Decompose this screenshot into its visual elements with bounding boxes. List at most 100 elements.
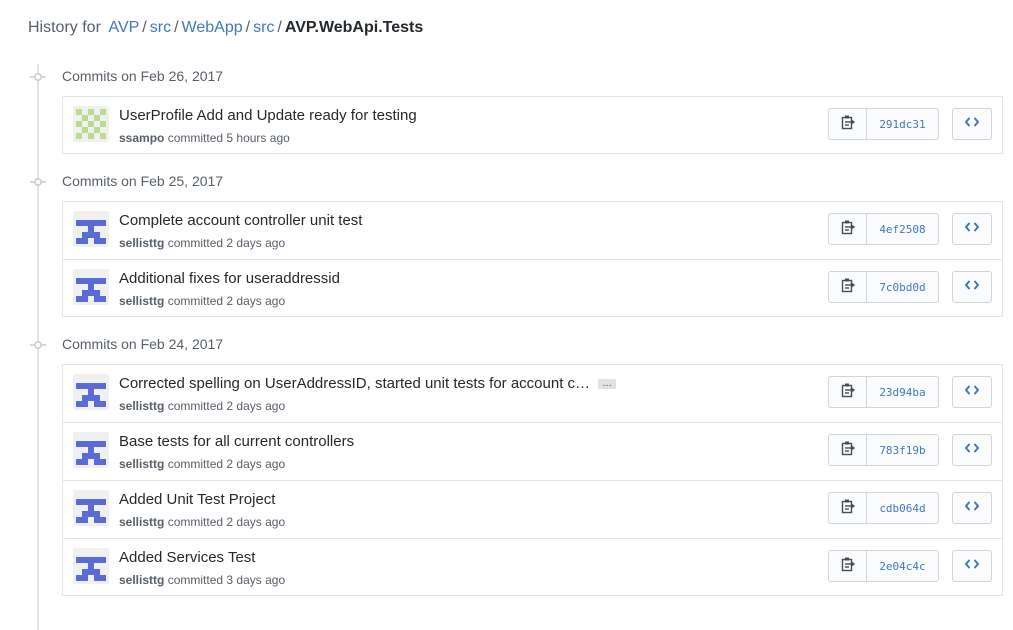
commit-message-link[interactable]: Added Services Test (119, 549, 255, 566)
commit-row: Added Services Test sellisttg committed 3… (63, 538, 1002, 596)
commit-sha-button[interactable]: 291dc31 (867, 109, 938, 139)
commit-meta: sellisttg committed 3 days ago (119, 572, 285, 588)
commit-message: Corrected spelling on UserAddressID, sta… (119, 374, 617, 394)
expand-message-button[interactable]: … (598, 379, 617, 390)
commit-meta: sellisttg committed 2 days ago (119, 235, 285, 251)
commit-row: Added Unit Test Project sellisttg committ… (63, 480, 1002, 538)
commit-group-header: Commits on Feb 25, 2017 (0, 171, 400, 191)
code-icon (964, 383, 980, 401)
sha-button-group: 2e04c4c (828, 550, 939, 582)
commit-author-link[interactable]: sellisttg (119, 515, 164, 529)
commit-time: 2 days ago (226, 294, 286, 308)
copy-sha-button[interactable] (829, 493, 867, 523)
sha-button-group: 291dc31 (828, 108, 939, 140)
commit-list: Complete account controller unit test sel… (62, 201, 1003, 317)
commit-group-title: Commits on Feb 24, 2017 (62, 336, 224, 352)
breadcrumb-separator: / (142, 19, 147, 36)
copy-sha-button[interactable] (829, 272, 867, 302)
avatar[interactable] (73, 106, 109, 142)
breadcrumb-separator: / (277, 19, 282, 36)
commit-author-link[interactable]: sellisttg (119, 236, 164, 250)
browse-repository-button[interactable] (952, 550, 992, 582)
commit-sha-button[interactable]: 4ef2508 (867, 214, 938, 244)
commit-message-link[interactable]: Corrected spelling on UserAddressID, sta… (119, 375, 590, 392)
commit-author-link[interactable]: sellisttg (119, 294, 164, 308)
commit-sha-button[interactable]: 783f19b (867, 435, 938, 465)
blue-identicon-image (73, 432, 109, 468)
commit-author-link[interactable]: sellisttg (119, 399, 164, 413)
avatar[interactable] (73, 374, 109, 410)
commit-time: 2 days ago (226, 236, 286, 250)
committed-label: committed (167, 236, 224, 250)
breadcrumb-prefix: History for (28, 19, 101, 36)
browse-repository-button[interactable] (952, 492, 992, 524)
clipboard-icon (841, 440, 855, 461)
committed-label: committed (167, 515, 224, 529)
commit-meta: sellisttg committed 2 days ago (119, 293, 285, 309)
commit-sha-button[interactable]: 2e04c4c (867, 551, 938, 581)
git-commit-icon (30, 338, 46, 350)
avatar[interactable] (73, 211, 109, 247)
blue-identicon-image (73, 374, 109, 410)
commit-message: Base tests for all current controllers (119, 432, 354, 452)
commit-message: Additional fixes for useraddressid (119, 269, 340, 289)
commit-sha-button[interactable]: cdb064d (867, 493, 938, 523)
clipboard-icon (841, 114, 855, 135)
copy-sha-button[interactable] (829, 551, 867, 581)
breadcrumb-current: AVP.WebApi.Tests (284, 19, 424, 36)
commit-row: Complete account controller unit test sel… (63, 202, 1002, 259)
browse-repository-button[interactable] (952, 434, 992, 466)
committed-label: committed (167, 131, 224, 145)
blue-identicon-image (73, 269, 109, 305)
commit-message: Added Services Test (119, 548, 255, 568)
browse-repository-button[interactable] (952, 108, 992, 140)
commit-author-link[interactable]: sellisttg (119, 457, 164, 471)
commit-message-link[interactable]: Additional fixes for useraddressid (119, 270, 340, 287)
commit-sha-button[interactable]: 7c0bd0d (867, 272, 938, 302)
browse-repository-button[interactable] (952, 213, 992, 245)
commit-message-link[interactable]: Base tests for all current controllers (119, 433, 354, 450)
commit-message: Complete account controller unit test (119, 211, 362, 231)
copy-sha-button[interactable] (829, 109, 867, 139)
copy-sha-button[interactable] (829, 214, 867, 244)
commit-message-link[interactable]: UserProfile Add and Update ready for tes… (119, 107, 417, 124)
breadcrumb-separator: / (174, 19, 179, 36)
commit-list: Corrected spelling on UserAddressID, sta… (62, 364, 1003, 596)
git-commit-icon (30, 175, 46, 187)
breadcrumb-link-webapp[interactable]: WebApp (182, 19, 243, 36)
commit-author-link[interactable]: ssampo (119, 131, 164, 145)
code-icon (964, 220, 980, 238)
copy-sha-button[interactable] (829, 435, 867, 465)
clipboard-icon (841, 277, 855, 298)
clipboard-icon (841, 219, 855, 240)
avatar[interactable] (73, 269, 109, 305)
commit-author-link[interactable]: sellisttg (119, 573, 164, 587)
avatar[interactable] (73, 432, 109, 468)
commit-row: Additional fixes for useraddressid sellis… (63, 259, 1002, 317)
commit-time: 2 days ago (226, 399, 286, 413)
browse-repository-button[interactable] (952, 376, 992, 408)
commit-group-title: Commits on Feb 25, 2017 (62, 173, 224, 189)
commit-message: UserProfile Add and Update ready for tes… (119, 106, 417, 126)
sha-button-group: 23d94ba (828, 376, 939, 408)
commit-group-header: Commits on Feb 24, 2017 (0, 334, 400, 354)
committed-label: committed (167, 294, 224, 308)
code-icon (964, 278, 980, 296)
blue-identicon-image (73, 548, 109, 584)
commit-time: 5 hours ago (226, 131, 290, 145)
commit-message-link[interactable]: Added Unit Test Project (119, 491, 275, 508)
blue-identicon-image (73, 490, 109, 526)
commit-message-link[interactable]: Complete account controller unit test (119, 212, 362, 229)
breadcrumb-link-src[interactable]: src (150, 19, 171, 36)
code-icon (964, 441, 980, 459)
avatar[interactable] (73, 548, 109, 584)
code-icon (964, 115, 980, 133)
avatar[interactable] (73, 490, 109, 526)
commit-sha-button[interactable]: 23d94ba (867, 377, 938, 407)
breadcrumb-link-avp[interactable]: AVP (108, 19, 139, 36)
breadcrumb-link-src-2[interactable]: src (253, 19, 274, 36)
copy-sha-button[interactable] (829, 377, 867, 407)
browse-repository-button[interactable] (952, 271, 992, 303)
clipboard-icon (841, 382, 855, 403)
commit-meta: sellisttg committed 2 days ago (119, 514, 285, 530)
